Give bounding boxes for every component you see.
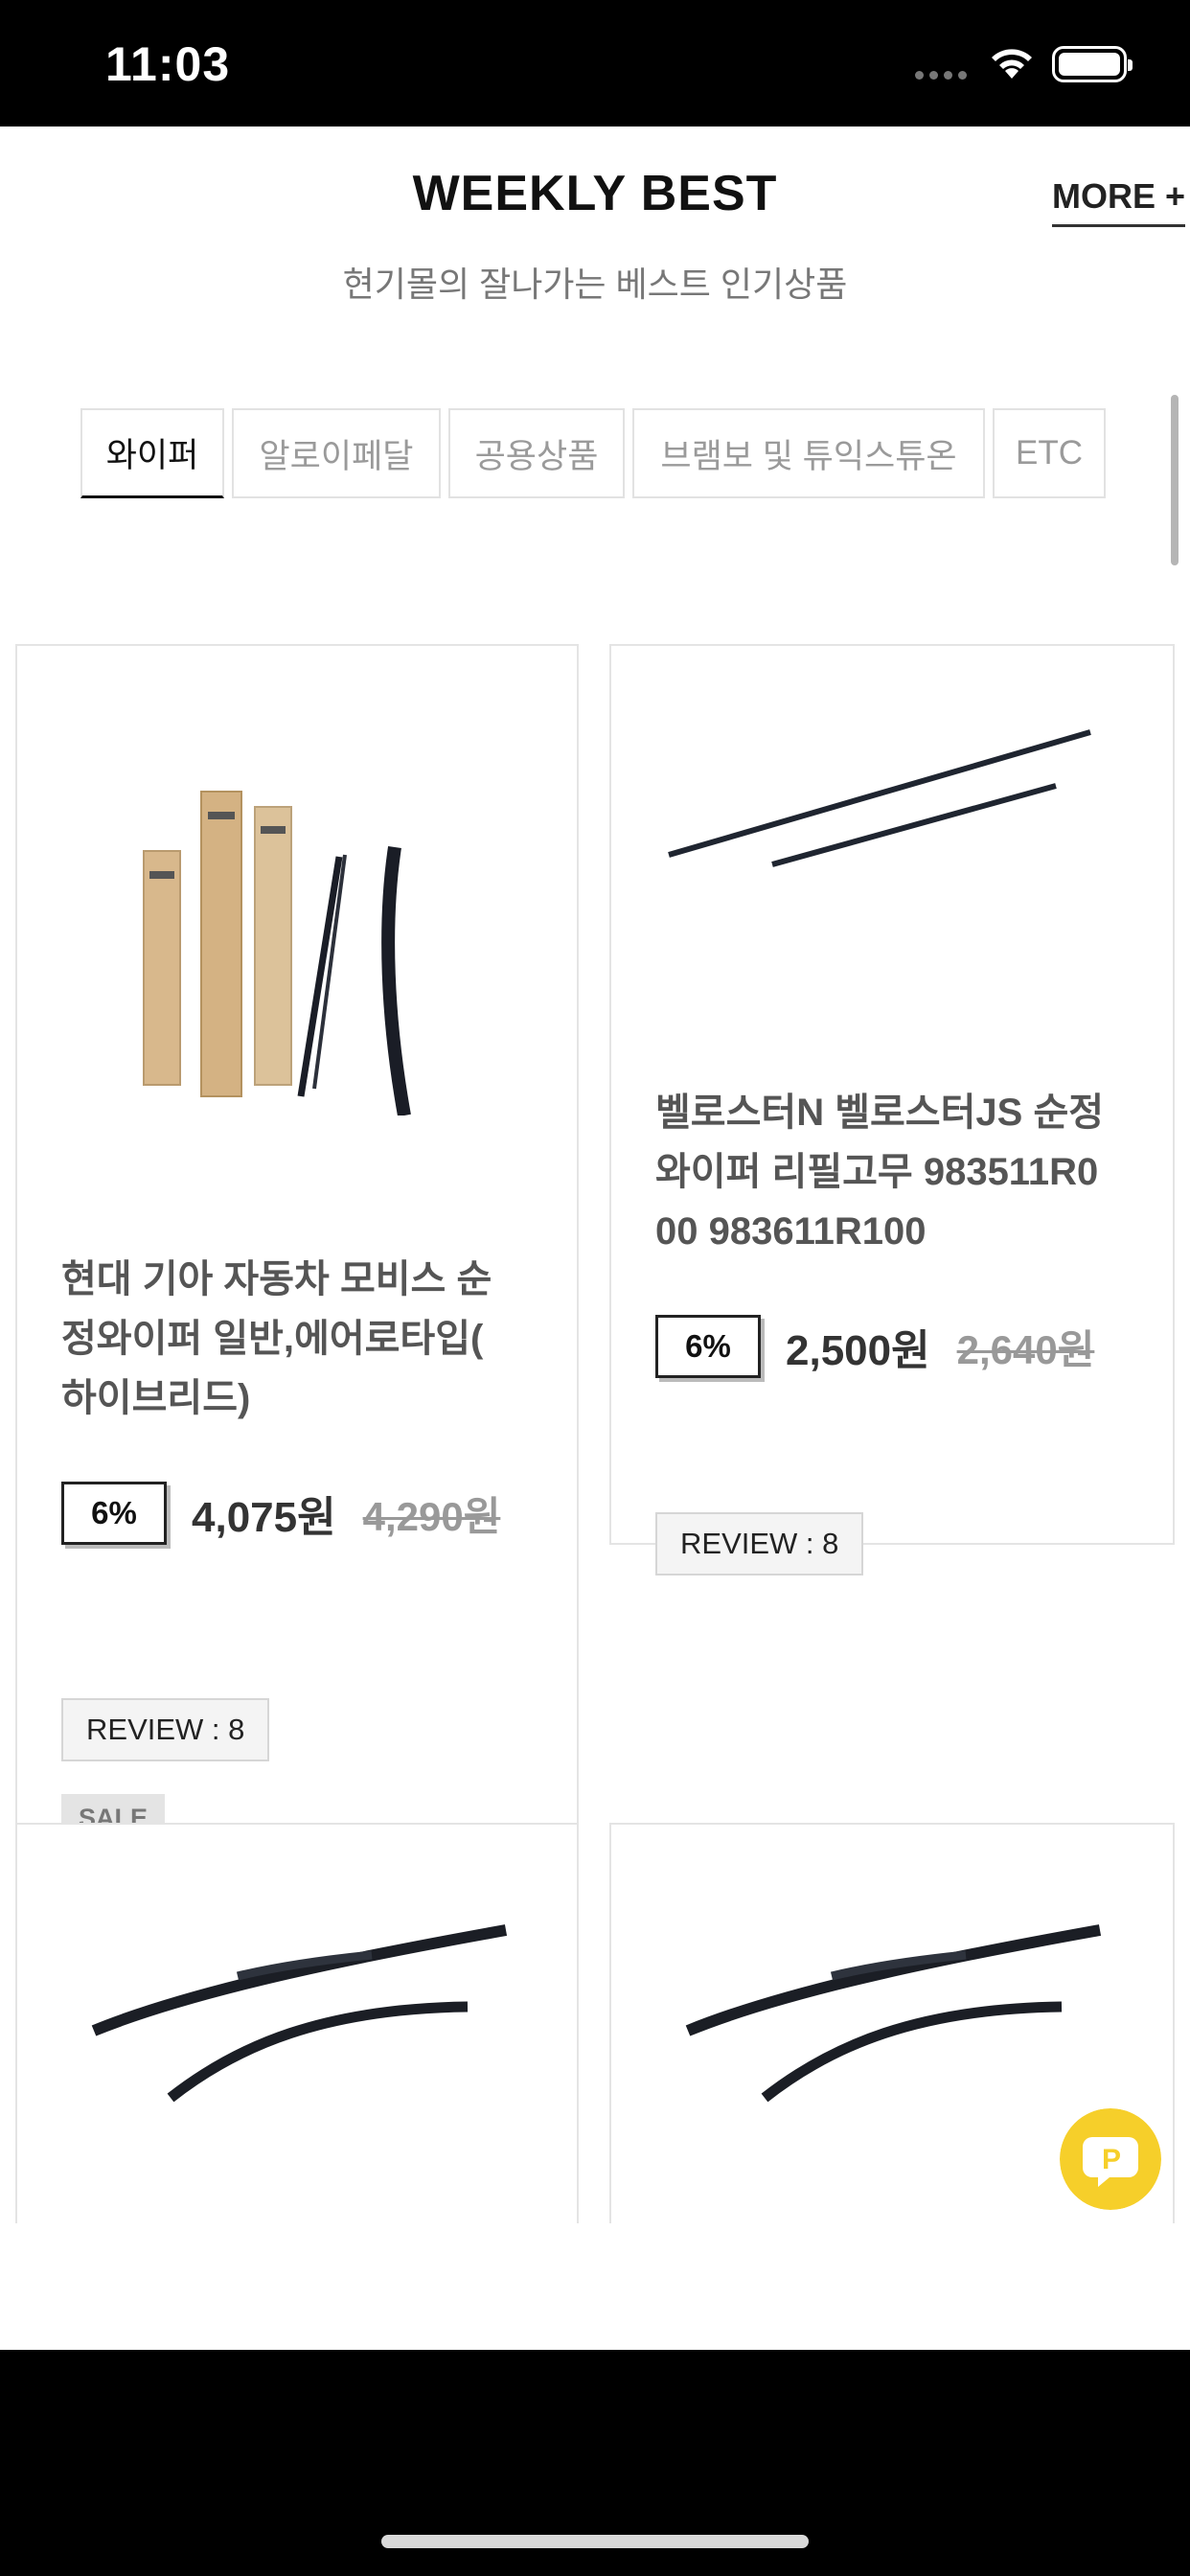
original-price: 4,290원 — [362, 1493, 501, 1539]
discount-badge: 6% — [61, 1482, 167, 1545]
cellular-signal-icon — [915, 71, 967, 80]
product-card[interactable]: 현대 기아 자동차 모비스 순 정와이퍼 일반,에어로타입( 하이브리드) 6%… — [15, 644, 579, 1919]
section-title: WEEKLY BEST — [412, 166, 778, 221]
status-bar: 11:03 — [0, 0, 1190, 126]
review-count-badge: REVIEW : 8 — [61, 1698, 270, 1761]
product-image-hybrid-wiper[interactable] — [84, 1901, 515, 2112]
weekly-best-section: WEEKLY BEST MORE + 현기몰의 잘나가는 베스트 인기상품 와이… — [0, 126, 1190, 2350]
original-price: 2,640원 — [956, 1326, 1095, 1372]
product-name-line: 정와이퍼 일반,에어로타입( — [61, 1318, 484, 1360]
product-name-line: 하이브리드) — [61, 1377, 251, 1419]
section-subtitle: 현기몰의 잘나가는 베스트 인기상품 — [342, 264, 848, 304]
more-link[interactable]: MORE + — [1052, 176, 1186, 227]
svg-text:P: P — [1102, 2144, 1121, 2175]
sale-price: 4,075원 — [192, 1494, 336, 1541]
product-name[interactable]: 벨로스터N 벨로스터JS 순정 와이퍼 리필고무 983511R0 00 983… — [655, 1083, 1104, 1261]
tab-etc[interactable]: ETC — [993, 408, 1106, 498]
review-count-badge: REVIEW : 8 — [655, 1512, 864, 1576]
battery-icon — [1052, 46, 1133, 82]
product-name-line: 현대 기아 자동차 모비스 순 — [61, 1258, 492, 1300]
discount-badge: 6% — [655, 1315, 761, 1378]
tab-brembo-tuix[interactable]: 브램보 및 튜익스튜온 — [632, 408, 985, 498]
tab-alloy-pedal[interactable]: 알로이페달 — [232, 408, 441, 498]
price-row: 6% 2,500원 2,640원 — [655, 1315, 1094, 1378]
product-name-line: 00 983611R100 — [655, 1210, 927, 1253]
product-name[interactable]: 현대 기아 자동차 모비스 순 정와이퍼 일반,에어로타입( 하이브리드) — [61, 1250, 492, 1428]
tab-wiper[interactable]: 와이퍼 — [80, 408, 224, 498]
product-name-line: 와이퍼 리필고무 983511R0 — [655, 1151, 1099, 1193]
product-image-hybrid-wiper[interactable] — [678, 1901, 1110, 2112]
wifi-icon — [992, 49, 1032, 79]
sale-price: 2,500원 — [786, 1327, 930, 1374]
tab-scrollbar[interactable] — [1171, 395, 1179, 565]
category-tabs: 와이퍼 알로이페달 공용상품 브램보 및 튜익스튜온 ETC — [80, 408, 1106, 498]
tab-common-products[interactable]: 공용상품 — [448, 408, 625, 498]
product-image-wiper-refill[interactable] — [659, 703, 1129, 895]
status-time: 11:03 — [105, 37, 231, 91]
product-name-line: 벨로스터N 벨로스터JS 순정 — [655, 1092, 1105, 1134]
home-indicator[interactable] — [381, 2535, 809, 2548]
product-card[interactable]: 벨로스터N 벨로스터JS 순정 와이퍼 리필고무 983511R0 00 983… — [609, 644, 1175, 1576]
chat-bubble-p-icon[interactable]: P — [1060, 2108, 1161, 2210]
product-image-wiper-set[interactable] — [109, 713, 531, 1116]
list-bottom-area — [0, 2223, 1190, 2350]
price-row: 6% 4,075원 4,290원 — [61, 1482, 500, 1545]
